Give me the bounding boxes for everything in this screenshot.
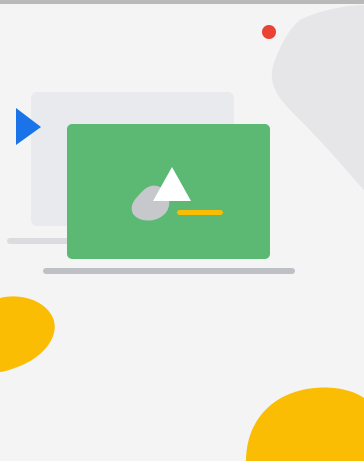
yellow-blob-bottom-right bbox=[246, 387, 364, 461]
background-rounded-shape bbox=[271, 5, 364, 190]
front-window-stand bbox=[43, 268, 295, 274]
yellow-dash bbox=[177, 210, 223, 215]
decorative-illustration bbox=[0, 5, 364, 461]
red-dot-icon bbox=[262, 25, 276, 39]
illustration-canvas bbox=[0, 0, 364, 461]
yellow-blob-left bbox=[0, 296, 55, 372]
